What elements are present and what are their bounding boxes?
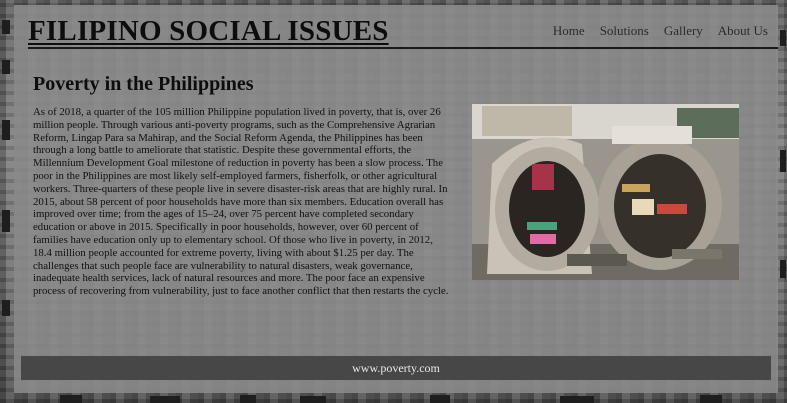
nav-home-link[interactable]: Home [553,23,585,39]
nav-solutions-link[interactable]: Solutions [600,23,649,39]
main-nav: Home Solutions Gallery About Us [553,23,768,39]
site-title: FILIPINO SOCIAL ISSUES [28,15,389,47]
page-title: Poverty in the Philippines [33,73,254,95]
site-footer: www.poverty.com [21,356,771,380]
article-paragraph: As of 2018, a quarter of the 105 million… [33,106,449,298]
poverty-photo-illustration [472,104,739,280]
nav-about-us-link[interactable]: About Us [718,23,768,39]
footer-url[interactable]: www.poverty.com [21,356,771,380]
nav-gallery-link[interactable]: Gallery [664,23,703,39]
site-header: FILIPINO SOCIAL ISSUES Home Solutions Ga… [28,15,778,49]
poverty-photo [472,104,739,280]
